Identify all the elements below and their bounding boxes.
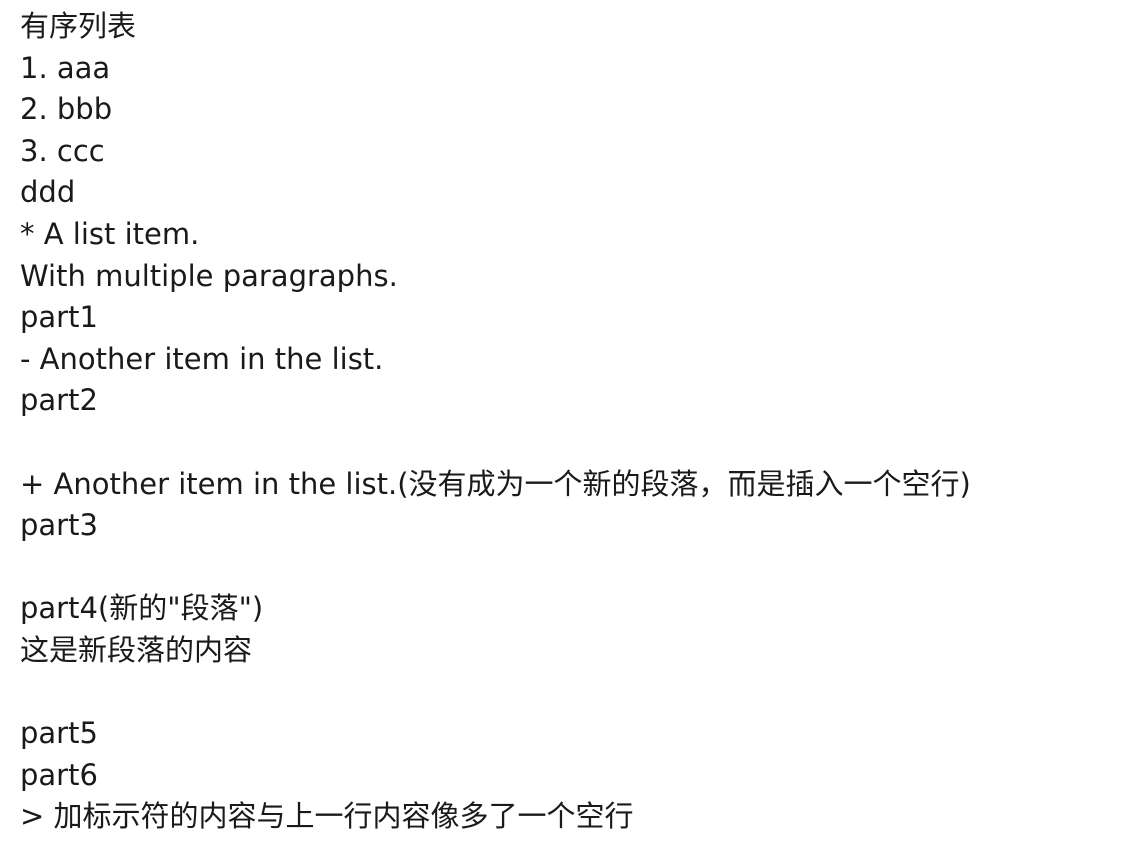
text-line: + Another item in the list.(没有成为一个新的段落，而…	[20, 466, 971, 501]
text-line: 2. bbb	[20, 92, 113, 127]
text-line: * A list item.	[20, 216, 200, 251]
text-line: part1	[20, 300, 98, 335]
text-line: 3. ccc	[20, 133, 105, 168]
text-line: part6	[20, 757, 98, 792]
text-line: ddd	[20, 175, 76, 210]
text-line: 有序列表	[20, 9, 137, 43]
text-line: - Another item in the list.	[20, 341, 384, 376]
text-line: With multiple paragraphs.	[20, 258, 398, 293]
text-line: part2	[20, 383, 98, 418]
text-line: 这是新段落的内容	[20, 632, 253, 667]
document-body: 有序列表 1. aaa 2. bbb 3. ccc ddd * A list i…	[20, 6, 1120, 838]
text-line: part4(新的"段落")	[20, 591, 264, 626]
text-line: 1. aaa	[20, 50, 111, 85]
text-line: > 加标示符的内容与上一行内容像多了一个空行	[20, 799, 634, 834]
text-line: part5	[20, 716, 98, 751]
text-line: part3	[20, 508, 98, 543]
